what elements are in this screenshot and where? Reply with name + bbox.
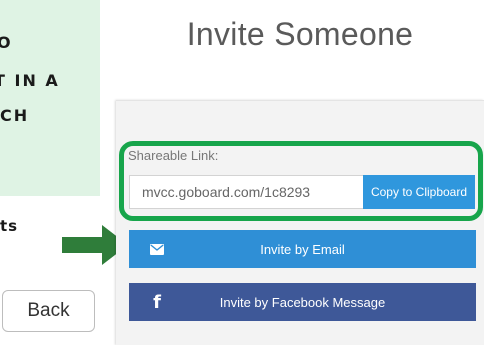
invite-by-email-label: Invite by Email <box>260 241 345 257</box>
instruction-callout: O T IN A CH <box>0 0 100 196</box>
callout-line-3: CH <box>0 106 30 125</box>
shareable-link-label: Shareable Link: <box>128 148 219 163</box>
invite-by-facebook-label: Invite by Facebook Message <box>219 294 386 310</box>
callout-line-1: O <box>0 33 13 52</box>
envelope-icon <box>145 243 169 255</box>
back-button[interactable]: Back <box>2 290 95 332</box>
callout-line-2: T IN A <box>0 71 60 90</box>
modal-title: Invite Someone <box>186 16 414 52</box>
copy-to-clipboard-button[interactable]: Copy to Clipboard <box>363 175 475 209</box>
facebook-icon: f <box>153 291 161 313</box>
callout-fragment: ts <box>0 217 19 235</box>
invite-by-facebook-button[interactable]: f Invite by Facebook Message <box>129 283 476 321</box>
shareable-link-input[interactable]: mvcc.goboard.com/1c8293 <box>129 175 363 209</box>
invite-by-email-button[interactable]: Invite by Email <box>129 230 476 268</box>
